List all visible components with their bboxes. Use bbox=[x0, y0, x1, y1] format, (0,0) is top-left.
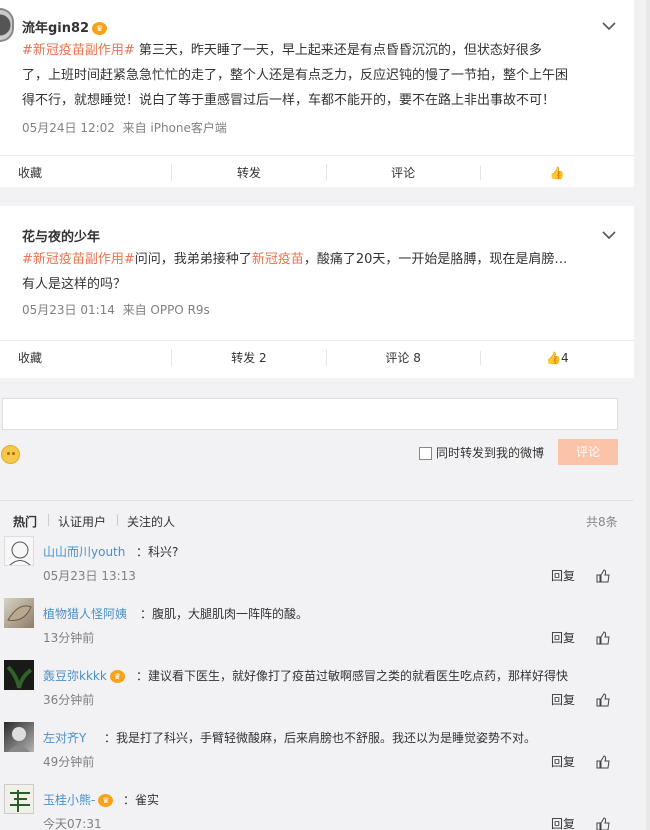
comment-text: ：雀实 bbox=[123, 793, 160, 807]
repost-button[interactable]: 转发 bbox=[171, 164, 325, 181]
comment-button[interactable]: 评论 8 bbox=[325, 349, 480, 366]
comment-item: 轰豆弥kkkk ♛ ：建议看下医生，就好像打了疫苗过敏啊感冒之类的就看医生吃点药，… bbox=[4, 660, 629, 722]
comment-time: 05月23日 13:13 bbox=[43, 569, 136, 583]
comment-input[interactable] bbox=[2, 398, 618, 430]
post-username[interactable]: 花与夜的少年 bbox=[22, 226, 100, 245]
thumbs-up-icon[interactable] bbox=[595, 816, 611, 830]
avatar[interactable] bbox=[4, 784, 34, 814]
comment-item: 玉桂小熊- ♛ ：雀实 今天07:31 回复 bbox=[4, 784, 629, 830]
thumbs-up-icon[interactable] bbox=[595, 754, 611, 770]
favorite-button[interactable]: 收藏 bbox=[0, 164, 171, 181]
comment-text: ：我是打了科兴，手臂轻微酸麻，后来肩膀也不舒服。我还以为是睡觉姿势不对。 bbox=[104, 731, 537, 745]
post-meta: 05月23日 01:14 来自 OPPO R9s bbox=[22, 303, 210, 317]
comment-button[interactable]: 评论 bbox=[325, 164, 480, 181]
reply-button[interactable]: 回复 bbox=[551, 691, 575, 708]
comment-time: 49分钟前 bbox=[43, 755, 95, 769]
comment-text: ：建议看下医生，就好像打了疫苗过敏啊感冒之类的就看医生吃点药，那样好得快 bbox=[136, 669, 569, 683]
topic-link[interactable]: #新冠疫苗副作用# bbox=[22, 252, 135, 267]
like-button[interactable]: 👍4 bbox=[479, 350, 634, 365]
weibo-post-1: 流年gin82 ♛ #新冠疫苗副作用# 第三天，昨天睡了一天，早上起来还是有点昏昏… bbox=[0, 0, 634, 187]
avatar[interactable] bbox=[4, 660, 34, 690]
forward-label: 同时转发到我的微博 bbox=[436, 446, 545, 460]
vip-crown-icon: ♛ bbox=[92, 22, 108, 35]
like-button[interactable]: 👍 bbox=[479, 165, 634, 180]
post-meta: 05月24日 12:02 来自 iPhone客户端 bbox=[22, 121, 227, 135]
comment-panel: 同时转发到我的微博 评论 热门 认证用户 关注的人 共8条 山山而川youth … bbox=[0, 380, 634, 830]
filter-following[interactable]: 关注的人 bbox=[127, 513, 175, 530]
leaf-avatar-icon bbox=[7, 605, 32, 621]
comment-username[interactable]: 左对齐Y bbox=[43, 729, 86, 746]
reply-button[interactable]: 回复 bbox=[551, 753, 575, 770]
scrollbar[interactable] bbox=[646, 0, 650, 830]
thumbs-up-icon: 👍 bbox=[549, 165, 565, 180]
comment-username[interactable]: 轰豆弥kkkk ♛ bbox=[43, 667, 125, 684]
comment-item: 山山而川youth ：科兴? 05月23日 13:13 回复 bbox=[4, 536, 629, 598]
post-username[interactable]: 流年gin82 ♛ bbox=[22, 17, 108, 36]
chevron-down-icon[interactable] bbox=[601, 19, 617, 33]
comment-item: 左对齐Y ：我是打了科兴，手臂轻微酸麻，后来肩膀也不舒服。我还以为是睡觉姿势不对… bbox=[4, 722, 629, 784]
avatar[interactable] bbox=[4, 536, 34, 566]
thumbs-up-icon[interactable] bbox=[595, 692, 611, 708]
comment-username[interactable]: 山山而川youth bbox=[43, 543, 125, 560]
avatar[interactable] bbox=[0, 8, 14, 42]
comment-username[interactable]: 植物猎人怪阿姨 bbox=[43, 605, 127, 622]
reply-button[interactable]: 回复 bbox=[551, 815, 575, 830]
comment-text: ：科兴? bbox=[136, 545, 179, 559]
repost-button[interactable]: 转发 2 bbox=[171, 349, 325, 366]
comment-count: 共8条 bbox=[586, 515, 618, 529]
portrait-avatar-icon bbox=[8, 727, 30, 752]
reply-button[interactable]: 回复 bbox=[551, 567, 575, 584]
emoji-icon[interactable] bbox=[1, 445, 20, 464]
filter-verified[interactable]: 认证用户 bbox=[58, 513, 106, 530]
post-text: #新冠疫苗副作用#问问，我弟弟接种了新冠疫苗，酸痛了20天，一开始是胳膊，现在是… bbox=[22, 252, 568, 292]
avatar[interactable] bbox=[4, 722, 34, 752]
comment-time: 36分钟前 bbox=[43, 693, 95, 707]
thumbs-up-icon: 👍 bbox=[546, 350, 562, 365]
weibo-post-2: 花与夜的少年 #新冠疫苗副作用#问问，我弟弟接种了新冠疫苗，酸痛了20天，一开始… bbox=[0, 206, 634, 458]
thumbs-up-icon[interactable] bbox=[595, 568, 611, 584]
divider bbox=[117, 514, 118, 526]
comment-filters: 热门 认证用户 关注的人 共8条 bbox=[0, 500, 634, 534]
chevron-down-icon[interactable] bbox=[601, 228, 617, 242]
keyword-link[interactable]: 新冠疫苗 bbox=[252, 252, 304, 267]
comment-username[interactable]: 玉桂小熊- ♛ bbox=[43, 791, 114, 808]
divider bbox=[48, 514, 49, 526]
comment-text: ：腹肌，大腿肌肉一阵阵的酸。 bbox=[140, 607, 309, 621]
post-text: #新冠疫苗副作用# 第三天，昨天睡了一天，早上起来还是有点昏昏沉沉的，但状态好很… bbox=[22, 43, 569, 108]
thumbs-up-icon[interactable] bbox=[595, 630, 611, 646]
comment-time: 13分钟前 bbox=[43, 631, 95, 645]
vip-crown-icon: ♛ bbox=[98, 794, 114, 807]
comment-item: 植物猎人怪阿姨 ：腹肌，大腿肌肉一阵阵的酸。 13分钟前 回复 bbox=[4, 598, 629, 660]
filter-hot[interactable]: 热门 bbox=[13, 513, 37, 530]
forward-checkbox[interactable] bbox=[419, 447, 432, 460]
sketch-avatar-icon bbox=[9, 541, 31, 565]
comment-time: 今天07:31 bbox=[43, 817, 102, 830]
topic-link[interactable]: #新冠疫苗副作用# bbox=[22, 43, 135, 58]
vip-crown-icon: ♛ bbox=[109, 670, 125, 683]
post-actions: 收藏 转发 2 评论 8 👍4 bbox=[0, 340, 634, 374]
plant-avatar-icon bbox=[6, 665, 33, 689]
post-actions: 收藏 转发 评论 👍 bbox=[0, 155, 634, 189]
avatar[interactable] bbox=[4, 598, 34, 628]
favorite-button[interactable]: 收藏 bbox=[0, 349, 171, 366]
submit-comment-button[interactable]: 评论 bbox=[558, 439, 618, 465]
reply-button[interactable]: 回复 bbox=[551, 629, 575, 646]
calligraphy-avatar-icon bbox=[10, 790, 30, 812]
